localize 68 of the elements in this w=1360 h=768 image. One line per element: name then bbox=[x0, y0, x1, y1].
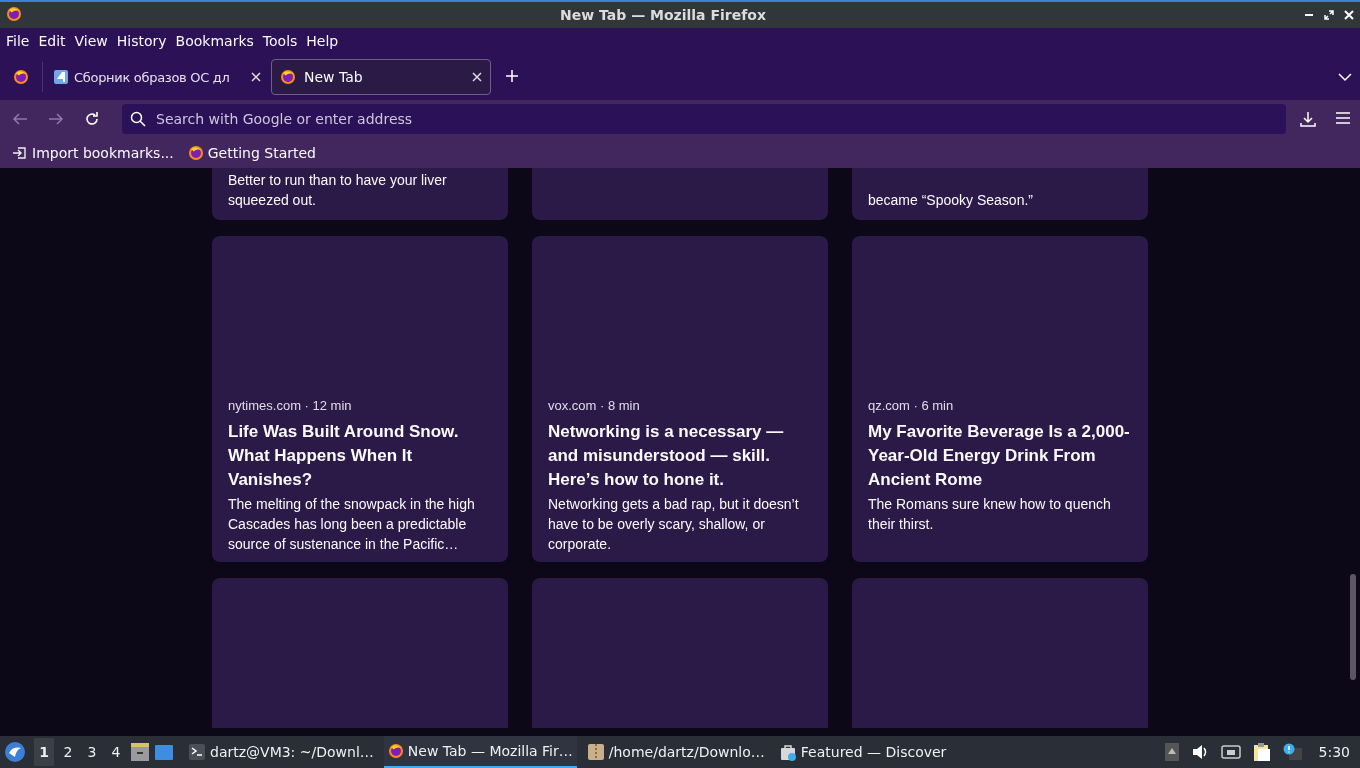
menu-item[interactable]: View bbox=[70, 33, 112, 49]
story-excerpt: became “Spooky Season.” bbox=[868, 191, 1034, 210]
terminal-icon bbox=[188, 743, 206, 761]
shopping-bag-icon bbox=[778, 743, 797, 761]
maximize-icon[interactable] bbox=[1324, 10, 1334, 20]
story-source: nytimes.com · 12 min bbox=[228, 398, 353, 414]
taskbar-task[interactable]: Featured — Discover bbox=[774, 736, 951, 768]
menu-item[interactable]: Help bbox=[302, 33, 343, 49]
story-excerpt: The melting of the snowpack in the high Cascades has long been a predictable source of sustenance in the Pacific… bbox=[228, 495, 476, 554]
scrollbar-thumb[interactable] bbox=[1350, 574, 1356, 680]
clipboard-icon[interactable] bbox=[1252, 742, 1271, 762]
menu-item[interactable]: Edit bbox=[34, 33, 70, 49]
bookmark-item[interactable]: Import bookmarks... bbox=[12, 145, 174, 161]
story-card[interactable]: nytimes.com · 12 min Life Was Built Around Snow. What Happens When It Vanishes? The melting of the snowpack in the high Cascades has long been a predictable source of sustenance in the Pacific… bbox=[212, 236, 508, 562]
story-excerpt: The Romans sure knew how to quench their thirst. bbox=[868, 495, 1112, 534]
workspace-button[interactable]: 4 bbox=[106, 738, 126, 766]
new-tab-icon[interactable] bbox=[505, 68, 519, 83]
browser-tab[interactable]: Сборник образов ОС дл bbox=[47, 59, 267, 95]
story-source: qz.com · 6 min bbox=[868, 398, 955, 414]
network-icon[interactable] bbox=[1220, 744, 1241, 760]
menu-item[interactable]: Tools bbox=[258, 33, 302, 49]
clock[interactable]: 5:30 bbox=[1318, 744, 1350, 760]
taskbar-task[interactable]: dartz@VM3: ~/Downl… bbox=[184, 736, 378, 768]
story-title: Life Was Built Around Snow. What Happens When It Vanishes? bbox=[228, 421, 460, 491]
story-card[interactable]: vox.com · 8 min Networking is a necessary — and misunderstood — skill. Here’s how to hone it. Networking gets a bad rap, but it doesn’t have to be overly scary, shallow, or corporate. bbox=[532, 236, 828, 562]
firefox-icon[interactable] bbox=[13, 69, 29, 85]
firefox-icon bbox=[280, 69, 296, 85]
story-source: vox.com · 8 min bbox=[548, 398, 641, 414]
arrow-up-icon[interactable] bbox=[1164, 743, 1179, 761]
menu-icon[interactable] bbox=[1336, 112, 1350, 124]
desktop-icon[interactable] bbox=[154, 742, 174, 762]
story-card[interactable]: Better to run than to have your liver squeezed out. bbox=[212, 168, 508, 220]
story-card[interactable]: qz.com · 6 min My Favorite Beverage Is a 2,000-Year-Old Energy Drink From Ancient Rome The Romans sure knew how to quench their thirst. bbox=[852, 236, 1148, 562]
story-card[interactable]: became “Spooky Season.” bbox=[852, 168, 1148, 220]
close-icon[interactable] bbox=[472, 72, 482, 82]
firefox-icon bbox=[387, 743, 404, 759]
download-icon[interactable] bbox=[1300, 111, 1316, 127]
story-title: My Favorite Beverage Is a 2,000-Year-Old Energy Drink From Ancient Rome bbox=[868, 421, 1131, 491]
speaker-icon[interactable] bbox=[1190, 744, 1209, 760]
story-excerpt: Networking gets a bad rap, but it doesn’t have to be overly scary, shallow, or corporate. bbox=[548, 495, 800, 554]
menu-item[interactable]: Bookmarks bbox=[171, 33, 258, 49]
menu-item[interactable]: File bbox=[2, 33, 34, 49]
chevron-down-icon[interactable] bbox=[1338, 70, 1352, 84]
notification-icon[interactable] bbox=[1282, 743, 1303, 761]
taskbar-task[interactable]: New Tab — Mozilla Fir… bbox=[383, 736, 577, 768]
back-icon[interactable] bbox=[12, 111, 28, 127]
browser-tab[interactable]: New Tab bbox=[271, 59, 491, 95]
search-icon bbox=[130, 111, 146, 127]
story-title: Networking is a necessary — and misunderstood — skill. Here’s how to hone it. bbox=[548, 421, 785, 491]
forward-icon[interactable] bbox=[48, 111, 64, 127]
site-icon bbox=[53, 69, 69, 85]
archive-icon bbox=[586, 743, 605, 761]
menu-item[interactable]: History bbox=[112, 33, 171, 49]
import-icon bbox=[12, 145, 28, 161]
launcher-icon[interactable] bbox=[4, 741, 26, 763]
reload-icon[interactable] bbox=[84, 111, 100, 127]
address-bar[interactable]: Search with Google or enter address bbox=[122, 104, 1286, 134]
workspace-button[interactable]: 3 bbox=[82, 738, 102, 766]
firefox-icon bbox=[6, 5, 22, 22]
window-title: New Tab — Mozilla Firefox bbox=[559, 7, 767, 23]
close-icon[interactable] bbox=[251, 72, 261, 82]
workspace-button[interactable]: 1 bbox=[34, 738, 54, 766]
firefox-icon bbox=[187, 145, 204, 161]
file-cabinet-icon[interactable] bbox=[130, 742, 150, 762]
workspace-button[interactable]: 2 bbox=[58, 738, 78, 766]
bookmark-item[interactable]: Getting Started bbox=[187, 145, 316, 161]
taskbar-task[interactable]: /home/dartz/Downlo… bbox=[582, 736, 769, 768]
story-excerpt: Better to run than to have your liver squeezed out. bbox=[228, 171, 448, 210]
